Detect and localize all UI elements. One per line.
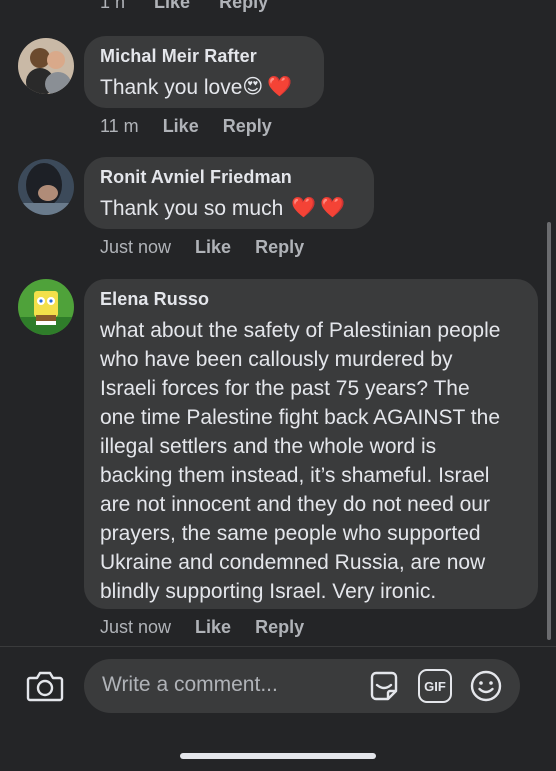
comment-bubble: Ronit Avniel Friedman Thank you so much … xyxy=(84,157,374,229)
comment-line: illegal settlers and the whole word is xyxy=(100,435,437,458)
comment-input[interactable]: Write a comment... GIF xyxy=(84,659,520,713)
comment-author[interactable]: Elena Russo xyxy=(100,289,522,310)
comment-body: Thank you so much xyxy=(100,197,284,220)
comment-line: Israeli forces for the past 75 years? Th… xyxy=(100,377,470,400)
comment-text: Thank you love 😍 ❤️ xyxy=(100,73,308,102)
comment-time: Just now xyxy=(100,617,172,637)
heart-eyes-icon: 😍 xyxy=(242,76,264,98)
reply-button[interactable]: Reply xyxy=(223,116,272,137)
like-button[interactable]: Like xyxy=(195,237,231,258)
comment-actions: Just now Like Reply xyxy=(100,237,328,258)
reply-button[interactable]: Reply xyxy=(255,617,304,638)
like-button[interactable]: Like xyxy=(163,116,199,137)
avatar[interactable] xyxy=(18,159,74,215)
gif-label: GIF xyxy=(424,678,446,694)
comment-text: what about the safety of Palestinian peo… xyxy=(100,316,522,606)
comment-actions: Just now Like Reply xyxy=(100,617,328,638)
comment-line: prayers, the same people who supported xyxy=(100,522,481,545)
comment-line: Ukraine and condemned Russia, are now xyxy=(100,551,486,574)
smiley-icon[interactable] xyxy=(469,669,503,708)
avatar[interactable] xyxy=(18,38,74,94)
heart-icon: ❤️ xyxy=(291,197,317,219)
heart-icon: ❤️ xyxy=(320,197,346,219)
comment-time: 1 h xyxy=(100,0,126,12)
comment-line: backing them instead, it’s shameful. Isr… xyxy=(100,464,490,487)
comment-bubble: Elena Russo what about the safety of Pal… xyxy=(84,279,538,609)
reply-button[interactable]: Reply xyxy=(255,237,304,258)
camera-icon[interactable] xyxy=(26,669,64,708)
comment-author[interactable]: Ronit Avniel Friedman xyxy=(100,167,358,188)
comment-time: Just now xyxy=(100,237,172,257)
avatar[interactable] xyxy=(18,279,74,335)
home-indicator xyxy=(180,753,376,759)
sticker-icon[interactable] xyxy=(366,669,402,710)
gif-icon[interactable]: GIF xyxy=(418,669,452,703)
comment-bubble: Michal Meir Rafter Thank you love 😍 ❤️ xyxy=(84,36,324,108)
comment-line: are not innocent and they do not need ou… xyxy=(100,493,490,516)
scrollbar[interactable] xyxy=(547,222,551,640)
like-button[interactable]: Like xyxy=(154,0,190,12)
comment-composer: Write a comment... GIF xyxy=(0,646,556,771)
comment-line: blindly supporting Israel. Very ironic. xyxy=(100,580,437,603)
comment-line: who have been callously murdered by xyxy=(100,348,453,371)
comment-input-placeholder: Write a comment... xyxy=(102,673,278,696)
comment-body: Thank you love xyxy=(100,76,243,99)
comment-line: one time Palestine fight back AGAINST th… xyxy=(100,406,500,429)
comment-author[interactable]: Michal Meir Rafter xyxy=(100,46,308,67)
reply-button[interactable]: Reply xyxy=(219,0,268,12)
comment-text: Thank you so much ❤️ ❤️ xyxy=(100,194,358,223)
previous-comment-actions: 1 h Like Reply xyxy=(100,0,292,13)
comment-line: what about the safety of Palestinian peo… xyxy=(100,319,501,342)
like-button[interactable]: Like xyxy=(195,617,231,638)
heart-icon: ❤️ xyxy=(267,76,293,98)
comment-actions: 11 m Like Reply xyxy=(100,116,296,137)
comment-time: 11 m xyxy=(100,116,139,136)
